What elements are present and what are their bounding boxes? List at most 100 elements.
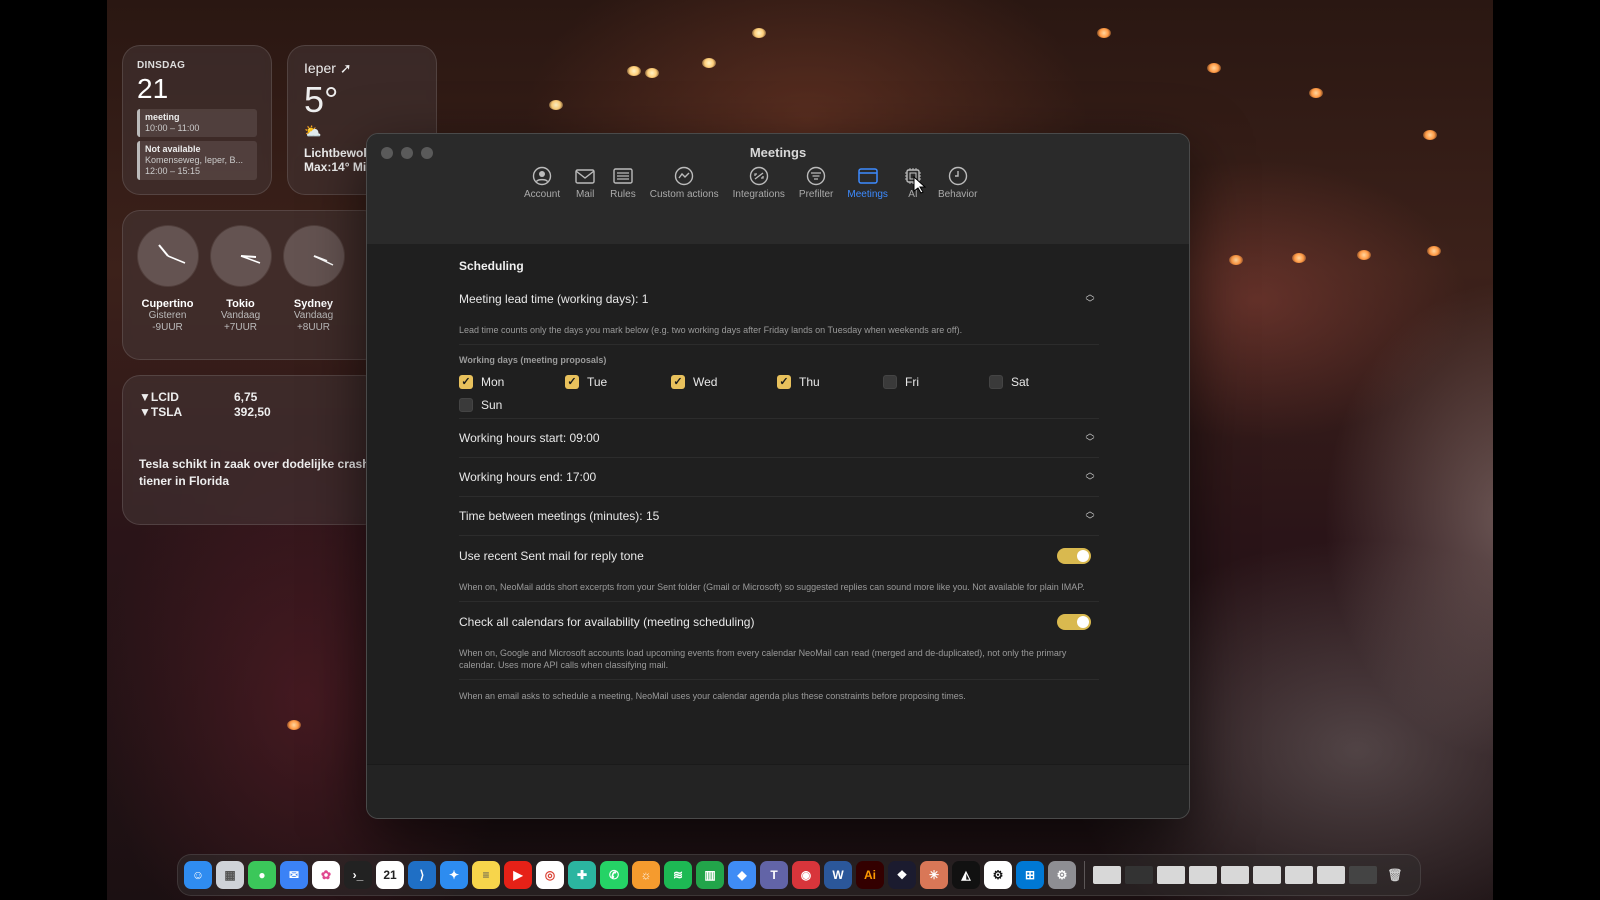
app-icon[interactable]: ◆	[728, 861, 756, 889]
youtube-icon[interactable]: ▶	[504, 861, 532, 889]
window-title: Meetings	[367, 145, 1189, 160]
event-location: Komenseweg, Ieper, B...	[145, 155, 252, 166]
numbers-icon[interactable]: ▥	[696, 861, 724, 889]
checkmark-icon: ✓	[459, 375, 473, 389]
day-checkbox-tue[interactable]: ✓Tue	[565, 375, 671, 389]
weather-temperature: 5°	[304, 79, 420, 121]
chevron-down-icon: ﹀	[1085, 516, 1094, 525]
sent-mail-help: When on, NeoMail adds short excerpts fro…	[459, 575, 1099, 602]
whatsapp-icon[interactable]: ✆	[600, 861, 628, 889]
trash-icon[interactable]: 🗑	[1381, 861, 1409, 889]
mouse-pointer-icon	[913, 176, 927, 194]
tab-prefilter[interactable]: Prefilter	[792, 166, 840, 208]
clock-face-icon	[137, 225, 199, 287]
day-checkbox-sat[interactable]: Sat	[989, 375, 1095, 389]
minimized-window[interactable]	[1125, 866, 1153, 884]
clock-cupertino: Cupertino Gisteren -9UUR	[135, 225, 200, 334]
launchpad-icon[interactable]: ▦	[216, 861, 244, 889]
day-checkbox-thu[interactable]: ✓Thu	[777, 375, 883, 389]
windows-icon[interactable]: ⊞	[1016, 861, 1044, 889]
tab-mail[interactable]: Mail	[567, 166, 603, 208]
hours-end-row: Working hours end: 17:00 ︿﹀	[459, 458, 1099, 497]
calendar-event[interactable]: Not available Komenseweg, Ieper, B... 12…	[137, 141, 257, 180]
minimized-window[interactable]	[1285, 866, 1313, 884]
teams-icon[interactable]: T	[760, 861, 788, 889]
finder-icon[interactable]: ☺	[184, 861, 212, 889]
window-titlebar: Meetings Account Mail Rules Custom actio…	[367, 134, 1189, 244]
day-checkbox-sun[interactable]: Sun	[459, 398, 565, 412]
hours-end-stepper[interactable]: ︿﹀	[1083, 466, 1097, 488]
spotify-icon[interactable]: ≋	[664, 861, 692, 889]
chrome-icon[interactable]: ◎	[536, 861, 564, 889]
event-time: 12:00 – 15:15	[145, 166, 252, 177]
messages-icon[interactable]: ●	[248, 861, 276, 889]
news-headline[interactable]: Tesla schikt in zaak over dodelijke cras…	[139, 456, 382, 490]
photos-icon[interactable]: ✿	[312, 861, 340, 889]
word-icon[interactable]: W	[824, 861, 852, 889]
toggle-knob	[1077, 550, 1089, 562]
minimized-window[interactable]	[1157, 866, 1185, 884]
weather-city: Ieper ➚	[304, 60, 420, 77]
tab-integrations[interactable]: Integrations	[726, 166, 792, 208]
chevron-down-icon: ﹀	[1085, 477, 1094, 486]
safari-icon[interactable]: ✦	[440, 861, 468, 889]
hours-start-label: Working hours start: 09:00	[459, 431, 600, 445]
checkbox-empty-icon	[883, 375, 897, 389]
tab-custom-actions[interactable]: Custom actions	[643, 166, 726, 208]
chatgpt-icon[interactable]: ⚙	[984, 861, 1012, 889]
lead-time-stepper[interactable]: ︿﹀	[1083, 288, 1097, 310]
rules-icon	[612, 166, 634, 186]
app-icon[interactable]: ☼	[632, 861, 660, 889]
vscode-icon[interactable]: ⟩	[408, 861, 436, 889]
working-days-group: ✓Mon ✓Tue ✓Wed ✓Thu Fri Sat Sun	[459, 375, 1099, 419]
tab-account[interactable]: Account	[517, 166, 567, 208]
hours-start-stepper[interactable]: ︿﹀	[1083, 427, 1097, 449]
mail-icon[interactable]: ✉	[280, 861, 308, 889]
app-icon[interactable]: ◉	[792, 861, 820, 889]
time-between-row: Time between meetings (minutes): 15 ︿﹀	[459, 497, 1099, 536]
chevron-down-icon: ﹀	[1085, 438, 1094, 447]
settings-icon[interactable]: ⚙	[1048, 861, 1076, 889]
calendar-widget[interactable]: DINSDAG 21 meeting 10:00 – 11:00 Not ava…	[122, 45, 272, 195]
claude-icon[interactable]: ✳	[920, 861, 948, 889]
day-checkbox-wed[interactable]: ✓Wed	[671, 375, 777, 389]
terminal-icon[interactable]: ›_	[344, 861, 372, 889]
settings-window: Meetings Account Mail Rules Custom actio…	[366, 133, 1190, 819]
calendar-event[interactable]: meeting 10:00 – 11:00	[137, 109, 257, 137]
tab-behavior[interactable]: Behavior	[931, 166, 984, 208]
checkbox-empty-icon	[989, 375, 1003, 389]
stocks-widget[interactable]: ▼LCID6,75 ▼TSLA392,50 Tesla schikt in za…	[122, 375, 382, 525]
minimized-window[interactable]	[1253, 866, 1281, 884]
lead-time-label: Meeting lead time (working days): 1	[459, 292, 648, 306]
notes-icon[interactable]: ≡	[472, 861, 500, 889]
time-between-label: Time between meetings (minutes): 15	[459, 509, 659, 523]
minimized-window[interactable]	[1349, 866, 1377, 884]
dock: ☺ ▦ ● ✉ ✿ ›_ 21 ⟩ ✦ ≡ ▶ ◎ ✚ ✆ ☼ ≋ ▥ ◆ T …	[177, 854, 1421, 896]
day-checkbox-mon[interactable]: ✓Mon	[459, 375, 565, 389]
calendar-icon[interactable]: 21	[376, 861, 404, 889]
world-clock-widget[interactable]: Cupertino Gisteren -9UUR Tokio Vandaag +…	[122, 210, 382, 360]
illustrator-icon[interactable]: Ai	[856, 861, 884, 889]
minimized-window[interactable]	[1317, 866, 1345, 884]
day-checkbox-fri[interactable]: Fri	[883, 375, 989, 389]
minimized-window[interactable]	[1093, 866, 1121, 884]
stock-row: ▼LCID6,75	[139, 390, 365, 405]
calendars-row: Check all calendars for availability (me…	[459, 602, 1099, 641]
sent-mail-row: Use recent Sent mail for reply tone	[459, 536, 1099, 575]
custom-actions-icon	[673, 166, 695, 186]
minimized-window[interactable]	[1221, 866, 1249, 884]
cursor-icon[interactable]: ◭	[952, 861, 980, 889]
mail-icon	[574, 166, 596, 186]
time-between-stepper[interactable]: ︿﹀	[1083, 505, 1097, 527]
calendar-date: 21	[137, 73, 257, 105]
davinci-icon[interactable]: ❖	[888, 861, 916, 889]
integrations-icon	[748, 166, 770, 186]
tab-meetings[interactable]: Meetings	[840, 166, 895, 208]
app-icon[interactable]: ✚	[568, 861, 596, 889]
calendars-toggle[interactable]	[1057, 614, 1091, 630]
tab-rules[interactable]: Rules	[603, 166, 643, 208]
sent-mail-toggle[interactable]	[1057, 548, 1091, 564]
prefilter-icon	[805, 166, 827, 186]
lead-time-help: Lead time counts only the days you mark …	[459, 318, 1099, 345]
minimized-window[interactable]	[1189, 866, 1217, 884]
